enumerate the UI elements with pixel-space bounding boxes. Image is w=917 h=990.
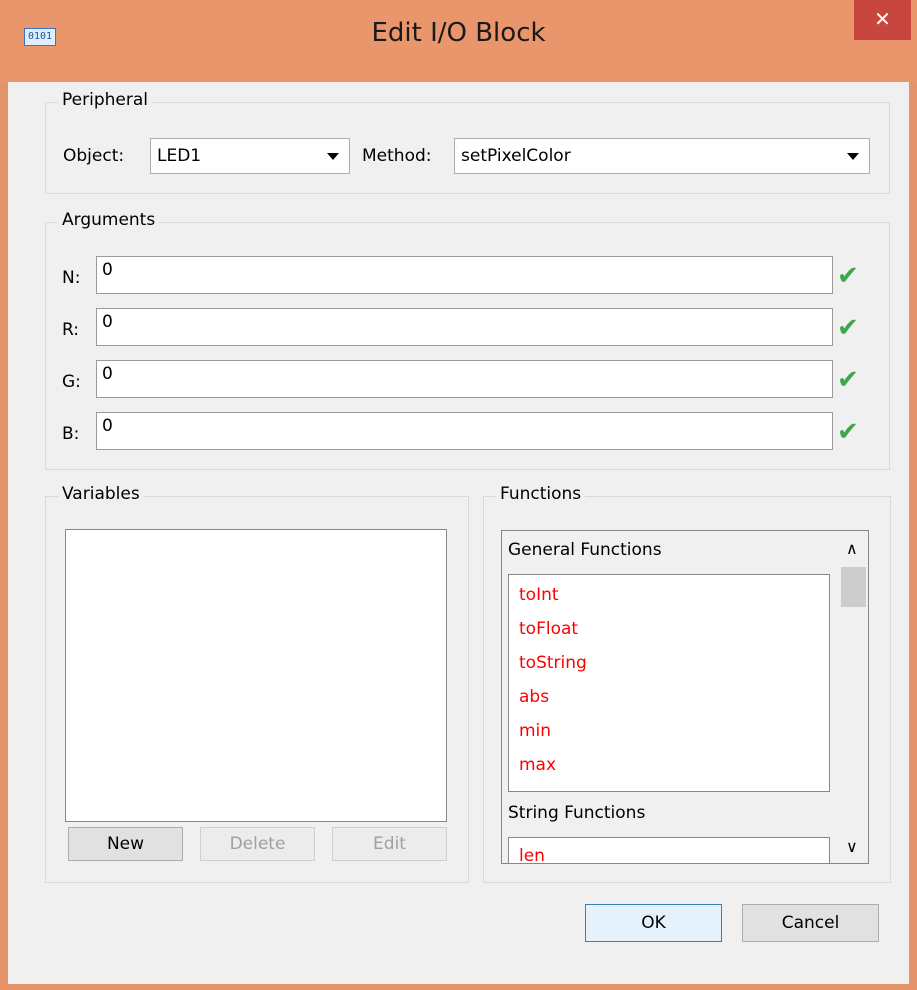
method-select-value: setPixelColor <box>461 146 571 166</box>
variables-legend: Variables <box>58 484 144 504</box>
arguments-legend: Arguments <box>58 210 160 230</box>
check-icon: ✔ <box>837 365 859 395</box>
string-functions-title: String Functions <box>508 803 646 823</box>
check-icon: ✔ <box>837 417 859 447</box>
arg-input-r[interactable]: 0 <box>96 308 833 346</box>
function-item[interactable]: abs <box>519 687 549 707</box>
general-functions-title: General Functions <box>508 540 662 560</box>
object-select-value: LED1 <box>157 146 202 166</box>
string-functions-list[interactable]: len <box>508 837 830 863</box>
arg-label-n: N: <box>62 268 81 288</box>
close-button[interactable]: ✕ <box>854 0 911 40</box>
function-item[interactable]: len <box>519 846 545 863</box>
peripheral-legend: Peripheral <box>58 90 152 110</box>
functions-legend: Functions <box>496 484 586 504</box>
function-item[interactable]: toString <box>519 653 587 673</box>
dialog-body: Peripheral Object: LED1 Method: setPixel… <box>8 82 909 984</box>
function-item[interactable]: toInt <box>519 585 559 605</box>
cancel-button[interactable]: Cancel <box>742 904 879 942</box>
general-functions-list[interactable]: toInt toFloat toString abs min max <box>508 574 830 792</box>
chevron-down-icon <box>327 153 339 160</box>
arg-input-b[interactable]: 0 <box>96 412 833 450</box>
function-item[interactable]: toFloat <box>519 619 578 639</box>
scroll-up-arrow-icon[interactable]: ∧ <box>846 539 858 558</box>
functions-scrollbar[interactable]: ∧ ∨ <box>837 531 868 863</box>
scroll-down-arrow-icon[interactable]: ∨ <box>846 837 858 856</box>
functions-panel: General Functions toInt toFloat toString… <box>501 530 869 864</box>
edit-variable-button[interactable]: Edit <box>332 827 447 861</box>
function-item[interactable]: max <box>519 755 556 775</box>
variables-list[interactable] <box>65 529 447 822</box>
chevron-down-icon <box>847 153 859 160</box>
arg-input-g[interactable]: 0 <box>96 360 833 398</box>
method-select[interactable]: setPixelColor <box>454 138 870 174</box>
ok-button[interactable]: OK <box>585 904 722 942</box>
check-icon: ✔ <box>837 261 859 291</box>
scrollbar-thumb[interactable] <box>841 567 866 607</box>
new-variable-button[interactable]: New <box>68 827 183 861</box>
arg-label-r: R: <box>62 320 80 340</box>
method-label: Method: <box>362 146 432 166</box>
close-icon: ✕ <box>874 7 891 31</box>
arg-label-g: G: <box>62 372 81 392</box>
object-select[interactable]: LED1 <box>150 138 350 174</box>
check-icon: ✔ <box>837 313 859 343</box>
arg-input-n[interactable]: 0 <box>96 256 833 294</box>
object-label: Object: <box>63 146 125 166</box>
window-title: Edit I/O Block <box>371 18 546 48</box>
delete-variable-button[interactable]: Delete <box>200 827 315 861</box>
arg-label-b: B: <box>62 424 80 444</box>
function-item[interactable]: min <box>519 721 551 741</box>
